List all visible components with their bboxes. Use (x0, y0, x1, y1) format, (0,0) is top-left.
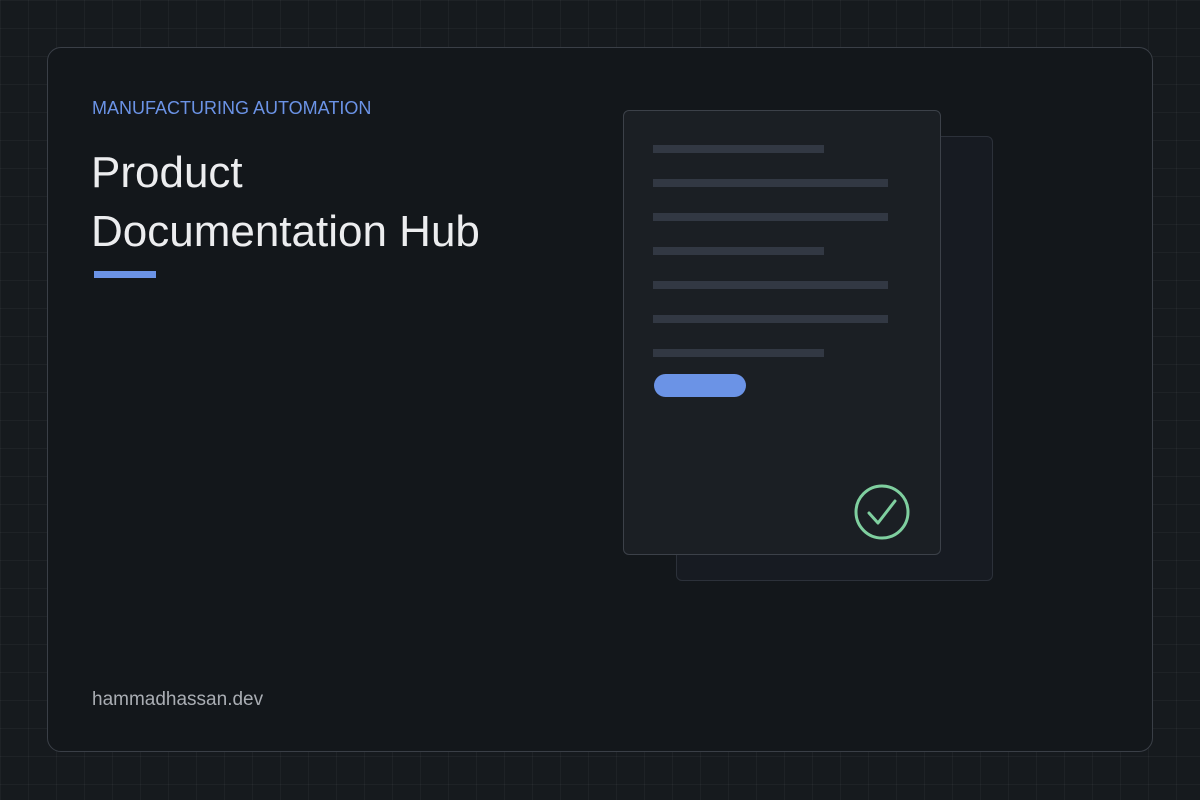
document-line (653, 281, 888, 289)
document-line (653, 315, 888, 323)
check-circle-icon (854, 484, 910, 540)
document-line (653, 213, 888, 221)
title-accent-bar (94, 271, 156, 278)
hero-card: MANUFACTURING AUTOMATION Product Documen… (47, 47, 1153, 752)
document-line (653, 145, 824, 153)
document-illustration (623, 110, 941, 555)
title-line-2: Documentation Hub (91, 207, 480, 256)
document-line (653, 179, 888, 187)
document-highlight-pill (654, 374, 746, 397)
page-title: Product Documentation Hub (91, 143, 480, 261)
eyebrow-label: MANUFACTURING AUTOMATION (92, 98, 372, 118)
document-line (653, 349, 824, 357)
title-line-1: Product (91, 148, 243, 197)
document-line (653, 247, 824, 255)
site-url: hammadhassan.dev (92, 689, 264, 710)
